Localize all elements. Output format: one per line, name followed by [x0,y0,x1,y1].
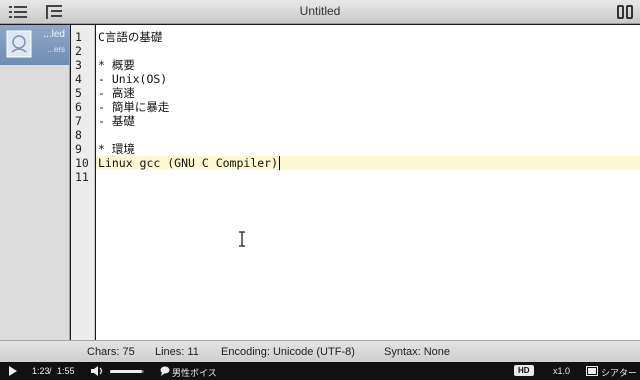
sidebar-document-subtitle: ...ers [47,45,65,54]
video-player-bar: 1:23 / 1:55 男性ボイス HD x1.0 シアター [0,362,640,380]
title-bar: Untitled [0,0,640,24]
fullscreen-icon [617,5,633,19]
char-count: Chars: 75 [87,346,135,358]
line-number: 10 [75,156,89,170]
line-count: Lines: 11 [155,346,199,358]
line-number: 2 [75,44,82,58]
line-number: 3 [75,58,82,72]
line-number: 6 [75,100,82,114]
window-title: Untitled [299,4,341,18]
play-icon[interactable] [8,366,18,376]
sidebar-document-item[interactable]: ...led ...ers [0,25,69,65]
line-number-gutter: 1 2 3 4 5 6 7 8 9 10 11 [71,25,95,340]
editor-line[interactable]: * 概要 [98,58,135,72]
voice-selector[interactable]: 男性ボイス [172,366,217,379]
line-number: 11 [75,170,89,184]
status-bar: Chars: 75 Lines: 11 Encoding: Unicode (U… [0,340,640,362]
line-number: 5 [75,86,82,100]
volume-level [110,370,143,373]
sidebar-document-title: ...led [43,29,65,40]
volume-slider[interactable] [110,370,144,373]
theater-mode-button[interactable]: シアター [601,366,637,379]
speed-button[interactable]: x1.0 [553,366,570,376]
speech-bubble-icon [160,366,170,376]
editor-line[interactable]: - 高速 [98,86,135,100]
editor-line[interactable]: Linux gcc (GNU C Compiler) [98,156,278,170]
editor-line[interactable]: C言語の基礎 [98,30,162,44]
text-caret [279,156,280,170]
line-number: 7 [75,114,82,128]
editor-line[interactable]: * 環境 [98,142,135,156]
document-sidebar: ...led ...ers [0,25,70,340]
document-thumbnail-icon [6,30,32,58]
syntax-selector[interactable]: Syntax: None [384,346,450,358]
time-current: 1:23 [32,366,50,376]
ibeam-cursor-icon [239,231,245,247]
line-number: 9 [75,142,82,156]
hd-button[interactable]: HD [514,365,534,376]
volume-icon[interactable] [90,365,104,377]
line-number: 8 [75,128,82,142]
encoding-selector[interactable]: Encoding: Unicode (UTF-8) [221,346,355,358]
time-separator: / [49,366,52,376]
line-number: 4 [75,72,82,86]
editor-line[interactable]: - 簡単に暴走 [98,100,169,114]
fullscreen-button[interactable] [614,2,636,22]
editor-line[interactable]: - 基礎 [98,114,135,128]
line-number: 1 [75,30,82,44]
text-editor[interactable]: C言語の基礎 * 概要 - Unix(OS) - 高速 - 簡単に暴走 - 基礎… [96,25,640,340]
time-total: 1:55 [57,366,75,376]
editor-line[interactable]: - Unix(OS) [98,72,167,86]
theater-icon[interactable] [586,366,598,376]
